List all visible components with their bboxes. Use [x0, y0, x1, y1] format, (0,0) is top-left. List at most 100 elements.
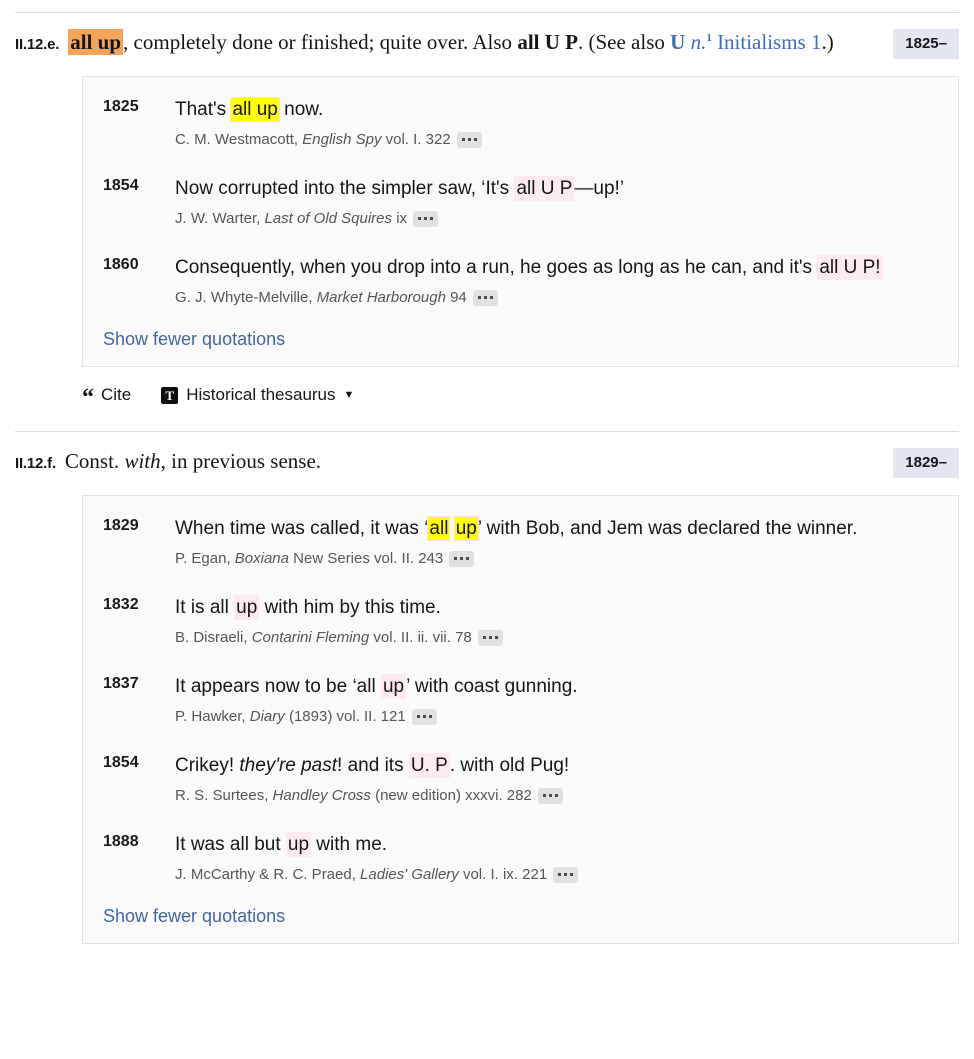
quotation-text-after: with him by this time.	[259, 597, 441, 618]
quotation-source: P. Hawker, Diary (1893) vol. II. 121	[175, 705, 938, 729]
quotation-text-mid: ! and its	[337, 755, 409, 776]
source-title: Diary	[249, 708, 285, 725]
quotation-row: 1825 That's all up now. C. M. Westmacott…	[103, 95, 938, 152]
sense-header: II.12.f. Const. with, in previous sense. …	[15, 432, 959, 479]
quotation-highlight: up	[285, 832, 312, 857]
quotation-text: Consequently, when you drop into a run, …	[175, 253, 938, 282]
sense-headword-highlight: all up	[68, 29, 124, 55]
ellipsis-icon[interactable]	[553, 867, 579, 884]
quotation-year: 1860	[103, 256, 139, 273]
ellipsis-icon[interactable]	[411, 709, 437, 726]
sense-definition: II.12.e. all up, completely done or finis…	[15, 27, 893, 60]
historical-thesaurus-button[interactable]: T Historical thesaurus ▼	[161, 385, 354, 405]
xref-u-superscript: 1	[706, 32, 712, 44]
cross-reference-u-link[interactable]: U n.1	[670, 30, 712, 54]
quotation-text-before: Consequently, when you drop into a run, …	[175, 257, 818, 278]
quotation-highlight: all U P!	[817, 255, 883, 280]
thesaurus-t-icon: T	[161, 386, 179, 404]
sense-definition-text-3: .)	[821, 30, 834, 54]
quotation-year: 1829	[103, 517, 139, 534]
sense-date-badge: 1825–	[893, 29, 959, 59]
quotation-highlight: up	[234, 595, 260, 620]
sense-definition-text-1: Const.	[64, 449, 125, 473]
sense-definition-text-1: , completely done or finished; quite ove…	[123, 30, 518, 54]
quote-mark-icon: “	[82, 385, 94, 411]
quotation-year: 1854	[103, 754, 139, 771]
source-title: Boxiana	[234, 550, 289, 567]
cross-reference-initialisms-link[interactable]: Initialisms 1	[717, 30, 821, 54]
quotation-text-after: ’ with Bob, and Jem was declared the win…	[477, 518, 858, 539]
source-author: J. McCarthy & R. C. Praed,	[175, 866, 361, 883]
source-reference: 94	[445, 289, 467, 306]
quotation-text-before: It appears now to be ‘all	[175, 676, 381, 697]
quotation-body: It appears now to be ‘all up’ with coast…	[175, 672, 938, 729]
quotation-row: 1854 Crikey! they're past! and its U. P.…	[103, 751, 938, 808]
quotation-year: 1888	[103, 833, 139, 850]
source-author: P. Egan,	[175, 550, 235, 567]
quotation-body: It is all up with him by this time. B. D…	[175, 593, 938, 650]
ellipsis-icon[interactable]	[537, 788, 563, 805]
quotation-source: C. M. Westmacott, English Spy vol. I. 32…	[175, 128, 938, 152]
quotation-row: 1854 Now corrupted into the simpler saw,…	[103, 174, 938, 231]
source-title: Contarini Fleming	[251, 629, 370, 646]
xref-u-italic: n.	[690, 30, 707, 54]
ellipsis-icon[interactable]	[472, 290, 498, 307]
source-title: English Spy	[302, 131, 382, 148]
source-reference: (1893) vol. II. 121	[284, 708, 406, 725]
sense-tools-row: “ Cite T Historical thesaurus ▼	[82, 385, 959, 411]
quotation-text-before: Now corrupted into the simpler saw, ‘It'…	[175, 178, 515, 199]
quotation-row: 1888 It was all but up with me. J. McCar…	[103, 830, 938, 887]
source-author: P. Hawker,	[175, 708, 250, 725]
source-author: R. S. Surtees,	[175, 787, 273, 804]
source-title: Market Harborough	[316, 289, 446, 306]
quotation-row: 1829 When time was called, it was ‘all u…	[103, 514, 938, 571]
quotation-highlight-2: up	[454, 517, 478, 540]
sense-number: II.12.e.	[15, 36, 60, 53]
quotation-text: When time was called, it was ‘all up’ wi…	[175, 514, 938, 543]
quotation-text-after: now.	[278, 99, 324, 120]
show-fewer-quotations-link[interactable]: Show fewer quotations	[103, 326, 285, 352]
source-reference: vol. II. ii. vii. 78	[369, 629, 472, 646]
sense-II-12-e: II.12.e. all up, completely done or finis…	[0, 13, 974, 60]
quotation-text: It appears now to be ‘all up’ with coast…	[175, 672, 938, 701]
quotation-year: 1832	[103, 596, 139, 613]
quotation-highlight: all U P	[514, 176, 575, 201]
dictionary-entry-page: II.12.e. all up, completely done or finis…	[0, 12, 974, 1059]
quotation-text-before: It is all	[175, 597, 235, 618]
ellipsis-icon[interactable]	[477, 630, 503, 647]
sense-definition-italic: with	[124, 449, 161, 473]
ellipsis-icon[interactable]	[413, 211, 439, 228]
source-reference: ix	[392, 210, 408, 227]
quotation-text-before: When time was called, it was ‘	[175, 518, 429, 539]
quotation-year: 1837	[103, 675, 139, 692]
quotation-source: R. S. Surtees, Handley Cross (new editio…	[175, 784, 938, 808]
source-author: C. M. Westmacott,	[175, 131, 303, 148]
sense-header: II.12.e. all up, completely done or finis…	[15, 13, 959, 60]
show-fewer-quotations-link[interactable]: Show fewer quotations	[103, 903, 285, 929]
sense-alt-form: all U P	[517, 30, 578, 54]
sense-definition: II.12.f. Const. with, in previous sense.	[15, 446, 893, 479]
quotation-source: P. Egan, Boxiana New Series vol. II. 243	[175, 547, 938, 571]
ellipsis-icon[interactable]	[449, 551, 475, 568]
source-reference: vol. I. 322	[381, 131, 451, 148]
sense-II-12-f: II.12.f. Const. with, in previous sense. …	[0, 432, 974, 479]
quotation-year: 1825	[103, 98, 139, 115]
quotation-text: That's all up now.	[175, 95, 938, 124]
quotation-body: Crikey! they're past! and its U. P. with…	[175, 751, 938, 808]
source-author: B. Disraeli,	[175, 629, 252, 646]
quotation-text: Crikey! they're past! and its U. P. with…	[175, 751, 938, 780]
quotation-body: Consequently, when you drop into a run, …	[175, 253, 938, 310]
sense-definition-text-2: , in previous sense.	[160, 449, 322, 473]
quotation-body: It was all but up with me. J. McCarthy &…	[175, 830, 938, 887]
quotation-body: Now corrupted into the simpler saw, ‘It'…	[175, 174, 938, 231]
source-reference: New Series vol. II. 243	[289, 550, 444, 567]
quotation-source: J. W. Warter, Last of Old Squires ix	[175, 207, 938, 231]
ellipsis-icon[interactable]	[456, 132, 482, 149]
source-reference: vol. I. ix. 221	[458, 866, 548, 883]
quotation-body: When time was called, it was ‘all up’ wi…	[175, 514, 938, 571]
cite-button[interactable]: “ Cite	[82, 385, 131, 411]
quotation-source: G. J. Whyte-Melville, Market Harborough …	[175, 286, 938, 310]
quotation-text: Now corrupted into the simpler saw, ‘It'…	[175, 174, 938, 203]
quotation-source: J. McCarthy & R. C. Praed, Ladies' Galle…	[175, 863, 938, 887]
quotation-text-after: ’ with coast gunning.	[406, 676, 578, 697]
